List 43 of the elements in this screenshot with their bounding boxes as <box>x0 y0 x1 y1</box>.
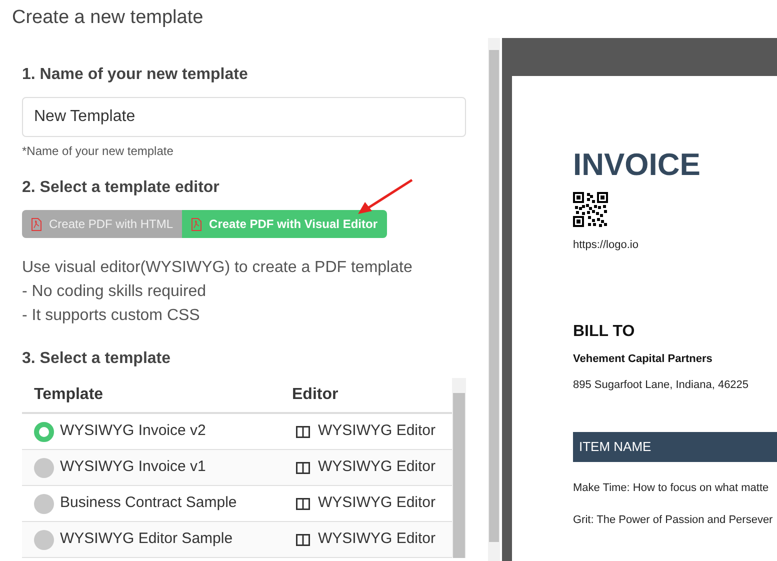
column-header: Editor <box>292 385 338 405</box>
table-row[interactable]: WYSIWYG Editor Sample WYSIWYG Editor <box>22 522 453 558</box>
address-text: 895 Sugarfoot Lane, Indiana, 46225 <box>573 378 750 393</box>
invoice-title: INVOICE <box>573 148 702 182</box>
table-scrollbar[interactable] <box>452 378 466 558</box>
scrollbar-thumb[interactable] <box>489 50 499 542</box>
table-row[interactable]: WYSIWYG Invoice v1 WYSIWYG Editor <box>22 450 453 486</box>
columns-icon <box>296 426 310 438</box>
hint-text: *Name of your new template <box>22 143 174 160</box>
item-table-header: ITEM NAME <box>573 432 777 462</box>
annotation-arrow <box>356 178 414 216</box>
item-name-text: Grit: The Power of Passion and Persever <box>573 513 774 528</box>
section-heading: 3. Select a template <box>22 349 172 369</box>
radio-button[interactable] <box>34 458 54 478</box>
company-name: Vehement Capital Partners <box>573 352 714 366</box>
columns-icon <box>296 462 310 474</box>
qr-code-icon <box>573 192 608 227</box>
editor-name: WYSIWYG Editor <box>318 421 436 442</box>
columns-icon <box>296 534 310 546</box>
page-title: Create a new template <box>11 6 204 30</box>
name-input-field[interactable]: New Template <box>22 97 466 137</box>
pdf-file-icon <box>191 218 202 230</box>
bill-to-heading: BILL TO <box>573 322 636 342</box>
template-name: WYSIWYG Invoice v2 <box>60 421 206 442</box>
url-text: https://logo.io <box>573 238 640 253</box>
radio-button[interactable] <box>34 530 54 550</box>
radio-button[interactable] <box>34 494 54 514</box>
description-text: - No coding skills required <box>22 282 208 302</box>
section-heading: 2. Select a template editor <box>22 178 220 198</box>
section-heading: 1. Name of your new template <box>22 65 249 85</box>
columns-icon <box>296 498 310 510</box>
template-name: Business Contract Sample <box>60 493 237 514</box>
item-name-text: Make Time: How to focus on what matte <box>573 480 770 496</box>
column-header: Template <box>33 385 104 405</box>
description-text: - It supports custom CSS <box>22 306 201 326</box>
editor-name: WYSIWYG Editor <box>318 493 436 514</box>
pdf-file-icon <box>31 218 42 230</box>
template-name: WYSIWYG Invoice v1 <box>60 457 206 478</box>
template-name: WYSIWYG Editor Sample <box>60 529 233 550</box>
description-text: Use visual editor(WYSIWYG) to create a PDF template <box>22 258 414 278</box>
radio-button[interactable] <box>34 422 54 442</box>
editor-name: WYSIWYG Editor <box>318 529 436 550</box>
editor-name: WYSIWYG Editor <box>318 457 436 478</box>
